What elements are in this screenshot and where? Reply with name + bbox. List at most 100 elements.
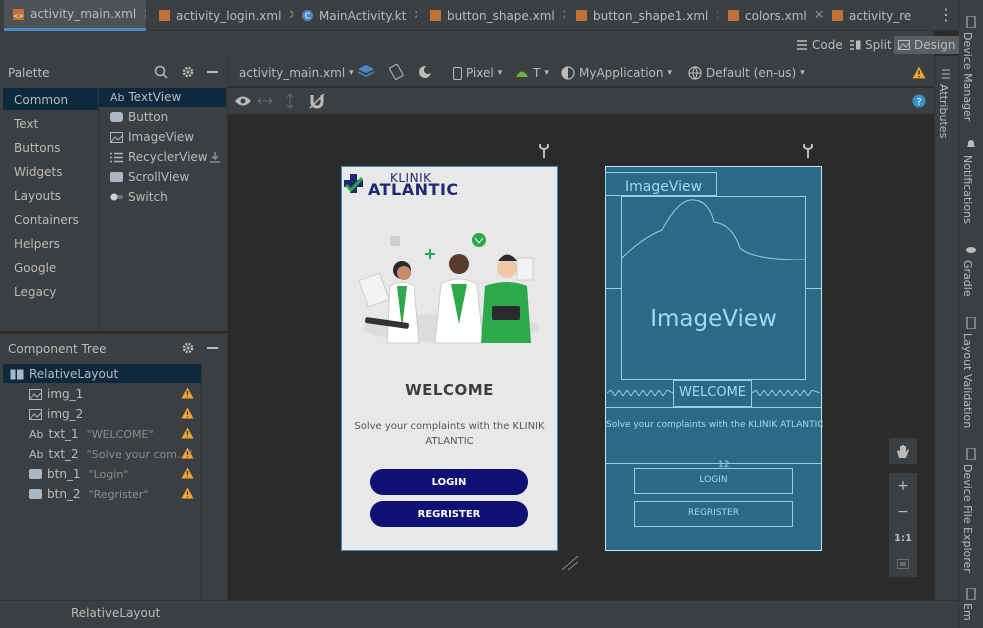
gear-icon[interactable]: [181, 341, 195, 355]
tool-emulator[interactable]: Em: [961, 603, 974, 621]
wrench-icon[interactable]: [537, 143, 551, 159]
layers-icon[interactable]: [357, 63, 377, 81]
tab-button-shape[interactable]: button_shape.xml ✕: [421, 0, 565, 31]
zoom-out-button[interactable]: −: [889, 499, 917, 525]
widget-switch[interactable]: Switch: [110, 188, 168, 206]
resize-handle-icon[interactable]: [560, 554, 580, 572]
category-widgets[interactable]: Widgets: [14, 165, 63, 179]
tool-device-manager[interactable]: Device Manager: [961, 32, 974, 121]
pan-button[interactable]: [889, 438, 917, 464]
wrench-icon[interactable]: [801, 143, 815, 159]
tree-node-root[interactable]: RelativeLayout: [10, 365, 118, 383]
warning-icon[interactable]: [912, 66, 926, 79]
tab-colors[interactable]: colors.xml ✕: [719, 0, 823, 31]
tab-label: button_shape.xml: [447, 8, 555, 23]
eye-icon[interactable]: [234, 95, 252, 107]
widget-button[interactable]: Button: [110, 108, 168, 126]
zoom-in-button[interactable]: +: [889, 473, 917, 499]
warning-icon[interactable]: [181, 407, 194, 419]
warning-icon[interactable]: [181, 387, 194, 399]
code-mode-label: Code: [812, 38, 843, 52]
split-mode-button[interactable]: Split: [849, 36, 892, 54]
device-selector[interactable]: Pixel ▾: [453, 65, 502, 81]
close-icon[interactable]: ✕: [413, 8, 417, 23]
image-icon: [29, 388, 42, 400]
tool-device-file-explorer[interactable]: Device File Explorer: [961, 464, 974, 573]
mode-bar-left: [0, 31, 228, 59]
blueprint-divider: [606, 463, 821, 464]
warning-icon[interactable]: [181, 427, 194, 439]
tree-node-attr: "Solve your com...": [86, 447, 193, 461]
tree-node[interactable]: Ab txt_1 "WELCOME": [29, 425, 154, 443]
close-icon[interactable]: ✕: [143, 7, 146, 22]
tool-notifications[interactable]: Notifications: [961, 155, 974, 224]
tab-activity-main[interactable]: <> activity_main.xml ✕: [4, 0, 146, 31]
api-selector[interactable]: T ▾: [515, 65, 549, 81]
help-icon[interactable]: ?: [912, 94, 926, 108]
palette-divider: [98, 88, 99, 331]
category-text[interactable]: Text: [14, 117, 38, 131]
doctors-illustration: [358, 233, 539, 344]
tab-activity-login[interactable]: activity_login.xml ✕: [150, 0, 293, 31]
tab-label: activity_re: [849, 8, 912, 23]
code-mode-button[interactable]: Code: [796, 36, 843, 54]
design-canvas[interactable]: [228, 114, 934, 600]
tool-layout-validation[interactable]: Layout Validation: [961, 333, 974, 428]
tree-node[interactable]: Ab txt_2 "Solve your com...": [29, 445, 193, 463]
category-common[interactable]: Common: [14, 93, 68, 107]
category-buttons[interactable]: Buttons: [14, 141, 60, 155]
locale-selector[interactable]: Default (en-us) ▾: [688, 65, 805, 81]
xml-file-icon: [576, 10, 587, 21]
category-google[interactable]: Google: [14, 261, 56, 275]
tab-button-shape1[interactable]: button_shape1.xml ✕: [567, 0, 718, 31]
warning-icon[interactable]: [181, 487, 194, 499]
vertical-resize-icon[interactable]: [285, 93, 295, 109]
minimize-icon[interactable]: [207, 347, 218, 349]
tree-node[interactable]: btn_1 "Login": [29, 465, 128, 483]
category-legacy[interactable]: Legacy: [14, 285, 57, 299]
horizontal-resize-icon[interactable]: [257, 96, 273, 106]
tab-activity-register[interactable]: activity_re: [823, 0, 931, 31]
download-icon[interactable]: [209, 151, 221, 163]
tool-attributes[interactable]: Attributes: [937, 84, 950, 138]
tool-gradle[interactable]: Gradle: [961, 260, 974, 297]
switch-icon: [110, 193, 123, 201]
design-mode-button[interactable]: Design: [894, 36, 960, 54]
chevron-down-icon: ▾: [800, 68, 805, 78]
subtitle-text: Solve your complaints with the KLINIK AT…: [354, 421, 545, 447]
warning-icon[interactable]: [181, 467, 194, 479]
widget-imageview[interactable]: ImageView: [110, 128, 194, 146]
textview-icon: Ab: [29, 447, 44, 461]
widget-textview[interactable]: Ab TextView: [110, 88, 181, 106]
file-selector[interactable]: activity_main.xml ▾: [239, 65, 354, 81]
close-icon[interactable]: ✕: [562, 8, 565, 23]
widget-scrollview[interactable]: ScrollView: [110, 168, 189, 186]
login-button[interactable]: LOGIN: [370, 469, 528, 495]
fit-screen-icon: [897, 559, 909, 569]
register-button[interactable]: REGRISTER: [370, 501, 528, 527]
close-icon[interactable]: ✕: [715, 8, 718, 23]
gear-icon[interactable]: [181, 65, 195, 79]
category-helpers[interactable]: Helpers: [14, 237, 60, 251]
theme-selector[interactable]: MyApplication ▾: [561, 65, 672, 81]
close-icon[interactable]: ✕: [814, 8, 823, 23]
chevron-down-icon: ▾: [544, 68, 549, 78]
design-toolbar-secondary: [228, 88, 934, 114]
magnet-icon[interactable]: [309, 93, 325, 109]
widget-label: TextView: [128, 90, 182, 104]
tree-node[interactable]: img_1: [29, 385, 83, 403]
minimize-icon[interactable]: [207, 71, 218, 73]
orientation-icon[interactable]: [388, 63, 406, 81]
more-tabs-icon[interactable]: ⋮: [938, 6, 954, 24]
category-containers[interactable]: Containers: [14, 213, 79, 227]
tree-node[interactable]: btn_2 "Regrister": [29, 485, 149, 503]
widget-recyclerview[interactable]: RecyclerView: [110, 148, 208, 166]
tree-node[interactable]: img_2: [29, 405, 83, 423]
tab-main-activity[interactable]: C MainActivity.kt ✕: [293, 0, 417, 31]
category-layouts[interactable]: Layouts: [14, 189, 61, 203]
zoom-actual-size-button[interactable]: 1:1: [889, 525, 917, 551]
night-mode-icon[interactable]: [417, 64, 435, 80]
warning-icon[interactable]: [181, 447, 194, 459]
zoom-fit-button[interactable]: [889, 551, 917, 577]
search-icon[interactable]: [154, 65, 168, 79]
